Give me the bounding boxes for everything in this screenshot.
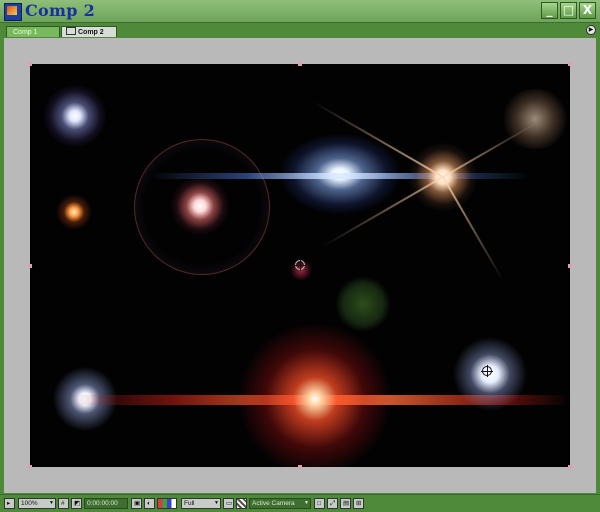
flare-small-orange [56,194,92,230]
layer-handle-bottom-right[interactable] [568,465,572,469]
timecode-value: 0:00:00:00 [87,500,118,507]
show-snapshot-icon[interactable]: ◐ [144,498,155,509]
magnification-dropdown[interactable]: 100% [18,498,56,509]
composition-viewer[interactable] [4,38,596,493]
camera-dropdown[interactable]: Active Camera [249,498,311,509]
transparency-grid-icon[interactable] [236,498,247,509]
view-layout-icon[interactable]: □ [314,498,325,509]
tab-label: Comp 2 [78,29,104,36]
composition-mini-icon [66,27,76,35]
viewer-toolbar: ▸ 100% # ◩ 0:00:00:00 ▣ ◐ Full ▭ Active … [0,494,600,512]
pixel-aspect-icon[interactable]: ⤢ [327,498,338,509]
flare-top-left [43,84,107,148]
tab-label: Comp 1 [13,29,38,36]
layer-handle-bottom-left[interactable] [28,465,32,469]
resolution-value: Full [184,500,195,507]
window-title: Comp 2 [25,1,96,20]
composition-canvas[interactable] [30,64,570,467]
maximize-button[interactable]: □ [560,2,577,19]
panel-menu-icon[interactable]: ▶ [586,25,596,35]
flare-red-burst [235,324,395,467]
camera-value: Active Camera [252,500,295,507]
light-position-icon[interactable] [481,365,493,377]
layer-handle-mid-right[interactable] [568,264,572,268]
region-of-interest-icon[interactable]: ▭ [223,498,234,509]
layer-handle-top-left[interactable] [28,62,32,66]
composition-icon[interactable] [4,3,22,21]
flare-pink-center [170,176,230,236]
tab-comp-1[interactable]: Comp 1 [6,26,60,37]
safe-margins-icon[interactable]: ◩ [71,498,82,509]
layer-handle-bottom-center[interactable] [298,465,302,469]
title-bar[interactable]: Comp 2 _ □ X [0,0,600,23]
resolution-dropdown[interactable]: Full [181,498,221,509]
layer-handle-top-center[interactable] [298,62,302,66]
channel-icon[interactable] [157,498,177,509]
flare-green-orb [335,276,391,332]
flare-warm-blob [500,89,570,149]
anchor-point-icon[interactable] [294,259,306,271]
flowchart-icon[interactable]: ⊞ [353,498,364,509]
minimize-button[interactable]: _ [541,2,558,19]
tab-comp-2[interactable]: Comp 2 [61,26,117,45]
magnification-value: 100% [21,500,38,507]
close-button[interactable]: X [579,2,596,19]
grid-icon[interactable]: # [58,498,69,509]
tab-strip: Comp 1 Comp 2 [0,23,600,45]
always-preview-icon[interactable]: ▸ [4,498,15,509]
timecode-display[interactable]: 0:00:00:00 [84,498,128,509]
snapshot-icon[interactable]: ▣ [131,498,142,509]
layer-handle-mid-left[interactable] [28,264,32,268]
layer-handle-top-right[interactable] [568,62,572,66]
fast-previews-icon[interactable]: ▤ [340,498,351,509]
